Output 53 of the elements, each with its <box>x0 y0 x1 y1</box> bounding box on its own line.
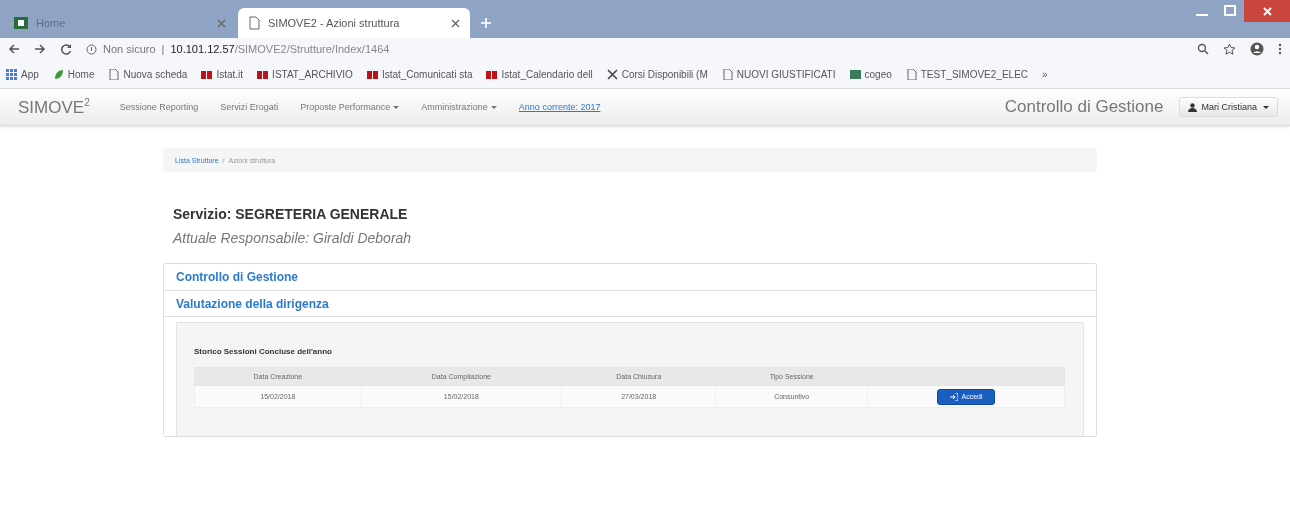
bookmark[interactable]: ISTAT_ARCHIVIO <box>257 68 353 80</box>
page-icon <box>721 68 733 80</box>
app-logo[interactable]: SIMOVE$^{2}$ <box>18 96 90 118</box>
cross-icon <box>606 68 618 80</box>
user-icon <box>1188 102 1198 112</box>
bookmark[interactable]: Istat_Calendario dell <box>486 68 593 80</box>
close-icon <box>1262 6 1272 16</box>
bookmark[interactable]: App <box>6 68 39 80</box>
bookmark[interactable]: cogeo <box>849 68 892 80</box>
user-menu-button[interactable]: Mari Cristiana <box>1179 97 1278 117</box>
panel-header[interactable]: Valutazione della dirigenza <box>164 291 1096 317</box>
year-link[interactable]: Anno corrente: 2017 <box>518 102 601 112</box>
manager-subtitle: Attuale Responsabile: Giraldi Deborah <box>173 230 413 246</box>
nav-link[interactable]: Servizi Erogati <box>220 102 279 112</box>
flag-icon <box>486 68 498 80</box>
forward-icon[interactable] <box>34 43 46 55</box>
nav-link[interactable]: Sessione Reporting <box>119 102 199 112</box>
bookmark[interactable]: Nuova scheda <box>108 68 188 80</box>
flag-icon <box>257 68 269 80</box>
page-icon <box>248 16 260 30</box>
overflow-chevron[interactable]: » <box>1042 68 1048 80</box>
flag-icon <box>366 68 378 80</box>
page-icon <box>905 68 917 80</box>
back-icon[interactable] <box>8 43 20 55</box>
bookmark[interactable]: Home <box>52 68 95 80</box>
bookmark[interactable]: Istat.it <box>201 68 244 80</box>
bookmark[interactable]: NUOVI GIUSTIFICATI <box>721 68 836 80</box>
nav-link[interactable]: Amministrazione <box>421 102 497 112</box>
reload-icon[interactable] <box>60 43 72 55</box>
close-icon[interactable] <box>451 18 460 28</box>
page-icon <box>108 68 120 80</box>
info-icon <box>86 43 97 55</box>
close-window-button[interactable] <box>1244 0 1290 22</box>
zoom-icon <box>1197 43 1209 55</box>
bookmark[interactable]: Istat_Comunicati sta <box>366 68 473 80</box>
address-separator: | <box>161 43 165 55</box>
star-icon[interactable] <box>1223 42 1236 56</box>
service-title: Servizio: SEGRETERIA GENERALE <box>173 206 409 222</box>
grid-icon <box>6 68 17 80</box>
square-icon <box>849 68 861 80</box>
menu-icon[interactable] <box>1278 43 1282 55</box>
account-icon[interactable] <box>1250 42 1264 56</box>
leaf-icon <box>52 68 64 80</box>
browser-tab[interactable]: SIMOVE2 - Azioni struttura <box>238 8 470 38</box>
login-icon <box>949 392 958 401</box>
panel-header[interactable]: Controllo di Gestione <box>164 264 1096 290</box>
bookmark[interactable]: Corsi Disponibili (M <box>606 68 708 80</box>
flag-icon <box>201 68 213 80</box>
nav-link[interactable]: Proposte Performance <box>300 102 400 112</box>
bookmark[interactable]: TEST_SIMOVE2_ELEC <box>905 68 1029 80</box>
section-title: Controllo di Gestione <box>1004 97 1164 117</box>
history-title: Storico Sessioni Concluse dell'anno <box>194 347 333 356</box>
app-icon <box>14 17 28 29</box>
